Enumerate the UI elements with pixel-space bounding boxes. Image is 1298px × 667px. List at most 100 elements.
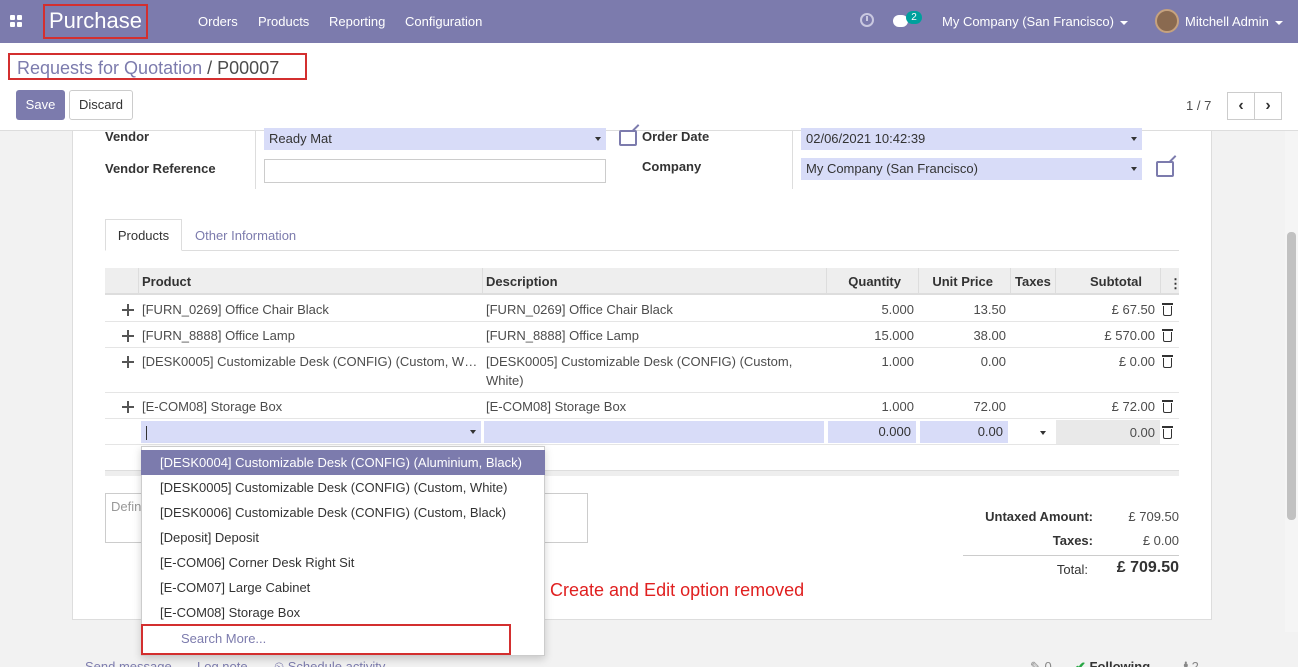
column-separator [1055, 268, 1056, 295]
following-label: Following [1089, 659, 1151, 667]
quantity-input[interactable]: 0.000 [828, 421, 916, 443]
row-unit-price[interactable]: 72.00 [920, 399, 1006, 414]
dropdown-option[interactable]: [DESK0005] Customizable Desk (CONFIG) (C… [141, 475, 545, 500]
drag-handle-icon[interactable] [122, 356, 134, 368]
breadcrumb: Requests for Quotation / P00007 [8, 53, 307, 80]
pager-value[interactable]: 1 / 7 [1186, 98, 1211, 113]
scrollbar-thumb[interactable] [1287, 232, 1296, 520]
vendor-label: Vendor [105, 129, 150, 144]
column-header-subtotal[interactable]: Subtotal [1060, 274, 1142, 289]
row-product[interactable]: [FURN_8888] Office Lamp [142, 328, 295, 343]
user-menu[interactable]: Mitchell Admin [1185, 14, 1283, 29]
company-value: My Company (San Francisco) [806, 161, 978, 176]
dropdown-option[interactable]: [DESK0004] Customizable Desk (CONFIG) (A… [141, 450, 545, 475]
drag-handle-icon[interactable] [122, 330, 134, 342]
pager-next-button[interactable]: › [1254, 92, 1282, 120]
dropdown-option[interactable]: [E-COM06] Corner Desk Right Sit [141, 550, 545, 575]
order-date-input[interactable]: 02/06/2021 10:42:39 [801, 128, 1142, 150]
log-note-button[interactable]: Log note [197, 659, 248, 667]
menu-products[interactable]: Products [258, 14, 309, 29]
menu-orders[interactable]: Orders [198, 14, 238, 29]
user-avatar[interactable] [1155, 9, 1179, 33]
text-cursor [146, 425, 147, 440]
column-separator [138, 268, 139, 295]
column-header-description[interactable]: Description [486, 274, 558, 289]
column-header-taxes[interactable]: Taxes [1015, 274, 1051, 289]
vendor-reference-input[interactable] [264, 159, 606, 183]
trash-icon[interactable] [1162, 329, 1173, 342]
external-link-icon[interactable] [1156, 161, 1174, 177]
totals-divider [963, 555, 1179, 556]
caret-down-icon [1274, 20, 1283, 25]
activity-clock-icon[interactable] [860, 13, 874, 27]
column-separator [482, 268, 483, 295]
vendor-reference-label: Vendor Reference [105, 161, 216, 176]
row-description-wrap[interactable]: White) [486, 373, 524, 388]
taxes-caret-down-icon[interactable] [1040, 431, 1046, 435]
description-input[interactable] [484, 421, 824, 443]
followers-button[interactable]: ♟2 [1180, 659, 1199, 667]
discard-button[interactable]: Discard [69, 90, 133, 120]
app-title[interactable]: Purchase [43, 4, 148, 39]
row-quantity[interactable]: 1.000 [828, 399, 914, 414]
caret-down-icon [470, 430, 476, 434]
row-description[interactable]: [FURN_8888] Office Lamp [486, 328, 639, 343]
taxes-value: £ 0.00 [1142, 533, 1179, 548]
attachments-button[interactable]: ✎ 0 [1030, 659, 1052, 667]
vendor-value: Ready Mat [269, 131, 332, 146]
row-quantity[interactable]: 15.000 [828, 328, 914, 343]
check-icon: ✔ [1075, 659, 1090, 667]
save-button[interactable]: Save [16, 90, 65, 120]
row-unit-price[interactable]: 13.50 [920, 302, 1006, 317]
trash-icon[interactable] [1162, 355, 1173, 368]
chevron-left-icon: ‹ [1238, 97, 1244, 114]
row-product[interactable]: [E-COM08] Storage Box [142, 399, 282, 414]
search-more-option[interactable]: Search More... [141, 624, 511, 655]
apps-menu-icon[interactable] [10, 15, 22, 27]
dropdown-option[interactable]: [E-COM08] Storage Box [141, 600, 545, 625]
dropdown-option[interactable]: [DESK0006] Customizable Desk (CONFIG) (C… [141, 500, 545, 525]
breadcrumb-separator: / [207, 58, 213, 78]
row-quantity[interactable]: 5.000 [828, 302, 914, 317]
schedule-activity-button[interactable]: ⏲ Schedule activity [274, 659, 385, 667]
company-select[interactable]: My Company (San Francisco) [801, 158, 1142, 180]
tab-other-information[interactable]: Other Information [195, 228, 296, 243]
row-product[interactable]: [DESK0005] Customizable Desk (CONFIG) (C… [142, 354, 479, 369]
column-header-unit-price[interactable]: Unit Price [920, 274, 993, 289]
row-description[interactable]: [DESK0005] Customizable Desk (CONFIG) (C… [486, 354, 792, 369]
taxes-label: Taxes: [1052, 533, 1093, 548]
optional-columns-icon[interactable]: ⋮ [1169, 276, 1182, 292]
drag-handle-icon[interactable] [122, 304, 134, 316]
row-quantity[interactable]: 1.000 [828, 354, 914, 369]
trash-icon[interactable] [1162, 303, 1173, 316]
dropdown-option[interactable]: [Deposit] Deposit [141, 525, 545, 550]
trash-icon[interactable] [1162, 400, 1173, 413]
drag-handle-icon[interactable] [122, 401, 134, 413]
send-message-button[interactable]: Send message [85, 659, 172, 667]
tab-products[interactable]: Products [105, 219, 182, 251]
external-link-icon[interactable] [619, 130, 637, 146]
row-description[interactable]: [FURN_0269] Office Chair Black [486, 302, 673, 317]
untaxed-amount-label: Untaxed Amount: [985, 509, 1093, 524]
breadcrumb-parent[interactable]: Requests for Quotation [17, 58, 202, 78]
pager-previous-button[interactable]: ‹ [1227, 92, 1255, 120]
row-product[interactable]: [FURN_0269] Office Chair Black [142, 302, 329, 317]
annotation-text: Create and Edit option removed [550, 580, 805, 600]
unit-price-input[interactable]: 0.00 [920, 421, 1008, 443]
trash-icon[interactable] [1162, 426, 1173, 439]
menu-configuration[interactable]: Configuration [405, 14, 482, 29]
row-description[interactable]: [E-COM08] Storage Box [486, 399, 626, 414]
row-unit-price[interactable]: 38.00 [920, 328, 1006, 343]
column-header-quantity[interactable]: Quantity [828, 274, 901, 289]
menu-reporting[interactable]: Reporting [329, 14, 385, 29]
followers-count: 2 [1191, 659, 1199, 667]
caret-down-icon [1131, 137, 1137, 141]
row-unit-price[interactable]: 0.00 [920, 354, 1006, 369]
product-autocomplete-input[interactable] [141, 421, 481, 443]
dropdown-option[interactable]: [E-COM07] Large Cabinet [141, 575, 545, 600]
edit-row-subtotal: 0.00 [1129, 425, 1155, 440]
following-button[interactable]: ✔ Following [1075, 659, 1150, 667]
vendor-select[interactable]: Ready Mat [264, 128, 606, 150]
column-header-product[interactable]: Product [142, 274, 191, 289]
company-switcher[interactable]: My Company (San Francisco) [942, 14, 1128, 29]
